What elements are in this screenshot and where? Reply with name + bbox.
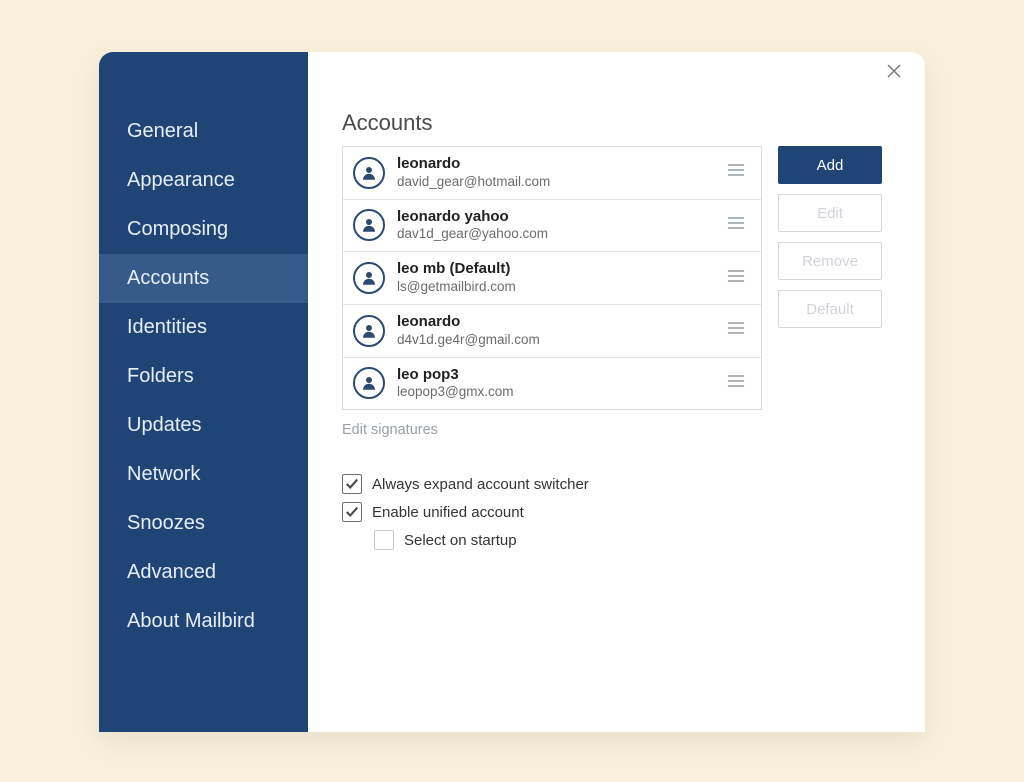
account-row[interactable]: leo mb (Default) ls@getmailbird.com bbox=[343, 252, 761, 305]
check-icon bbox=[345, 477, 359, 491]
drag-icon bbox=[727, 269, 745, 283]
default-button: Default bbox=[778, 290, 882, 328]
checkbox[interactable] bbox=[374, 530, 394, 550]
sidebar-item-general[interactable]: General bbox=[99, 107, 308, 156]
avatar bbox=[353, 209, 385, 241]
edit-button: Edit bbox=[778, 194, 882, 232]
account-row[interactable]: leonardo yahoo dav1d_gear@yahoo.com bbox=[343, 200, 761, 253]
checkbox[interactable] bbox=[342, 474, 362, 494]
option-label: Select on startup bbox=[404, 532, 517, 549]
sidebar-item-updates[interactable]: Updates bbox=[99, 401, 308, 450]
account-row[interactable]: leonardo d4v1d.ge4r@gmail.com bbox=[343, 305, 761, 358]
account-text: leo mb (Default) ls@getmailbird.com bbox=[397, 260, 725, 296]
settings-window: General Appearance Composing Accounts Id… bbox=[99, 52, 925, 732]
drag-icon bbox=[727, 321, 745, 335]
drag-handle[interactable] bbox=[725, 269, 747, 288]
account-text: leonardo david_gear@hotmail.com bbox=[397, 155, 725, 191]
account-text: leo pop3 leopop3@gmx.com bbox=[397, 366, 725, 402]
sidebar-item-about[interactable]: About Mailbird bbox=[99, 597, 308, 646]
option-select-startup[interactable]: Select on startup bbox=[374, 530, 887, 550]
account-name: leonardo yahoo bbox=[397, 208, 725, 227]
avatar bbox=[353, 157, 385, 189]
account-name: leonardo bbox=[397, 313, 725, 332]
account-name: leo mb (Default) bbox=[397, 260, 725, 279]
avatar bbox=[353, 367, 385, 399]
drag-handle[interactable] bbox=[725, 163, 747, 182]
sidebar-item-identities[interactable]: Identities bbox=[99, 303, 308, 352]
account-buttons: Add Edit Remove Default bbox=[778, 146, 882, 410]
accounts-list: leonardo david_gear@hotmail.com leonardo… bbox=[342, 146, 762, 410]
checkbox[interactable] bbox=[342, 502, 362, 522]
avatar bbox=[353, 315, 385, 347]
sidebar-item-network[interactable]: Network bbox=[99, 450, 308, 499]
person-icon bbox=[360, 164, 378, 182]
drag-handle[interactable] bbox=[725, 374, 747, 393]
drag-icon bbox=[727, 163, 745, 177]
account-email: ls@getmailbird.com bbox=[397, 279, 725, 296]
avatar bbox=[353, 262, 385, 294]
close-button[interactable] bbox=[885, 62, 909, 86]
drag-handle[interactable] bbox=[725, 216, 747, 235]
person-icon bbox=[360, 216, 378, 234]
option-label: Enable unified account bbox=[372, 504, 524, 521]
account-email: dav1d_gear@yahoo.com bbox=[397, 226, 725, 243]
account-email: david_gear@hotmail.com bbox=[397, 174, 725, 191]
add-button[interactable]: Add bbox=[778, 146, 882, 184]
sidebar-item-snoozes[interactable]: Snoozes bbox=[99, 499, 308, 548]
sidebar-item-appearance[interactable]: Appearance bbox=[99, 156, 308, 205]
account-text: leonardo yahoo dav1d_gear@yahoo.com bbox=[397, 208, 725, 244]
page-title: Accounts bbox=[342, 110, 887, 136]
content-pane: Accounts leonardo david_gear@hotmail.com bbox=[308, 52, 925, 732]
option-label: Always expand account switcher bbox=[372, 476, 589, 493]
account-name: leonardo bbox=[397, 155, 725, 174]
drag-icon bbox=[727, 216, 745, 230]
account-name: leo pop3 bbox=[397, 366, 725, 385]
edit-signatures-link[interactable]: Edit signatures bbox=[342, 422, 887, 438]
person-icon bbox=[360, 374, 378, 392]
options-section: Always expand account switcher Enable un… bbox=[342, 474, 887, 550]
account-email: leopop3@gmx.com bbox=[397, 384, 725, 401]
account-row[interactable]: leonardo david_gear@hotmail.com bbox=[343, 147, 761, 200]
account-email: d4v1d.ge4r@gmail.com bbox=[397, 332, 725, 349]
drag-icon bbox=[727, 374, 745, 388]
close-icon bbox=[885, 62, 903, 80]
account-row[interactable]: leo pop3 leopop3@gmx.com bbox=[343, 358, 761, 410]
sidebar: General Appearance Composing Accounts Id… bbox=[99, 52, 308, 732]
option-always-expand[interactable]: Always expand account switcher bbox=[342, 474, 887, 494]
person-icon bbox=[360, 269, 378, 287]
person-icon bbox=[360, 322, 378, 340]
drag-handle[interactable] bbox=[725, 321, 747, 340]
check-icon bbox=[345, 505, 359, 519]
remove-button: Remove bbox=[778, 242, 882, 280]
account-text: leonardo d4v1d.ge4r@gmail.com bbox=[397, 313, 725, 349]
sidebar-item-accounts[interactable]: Accounts bbox=[99, 254, 308, 303]
sidebar-item-composing[interactable]: Composing bbox=[99, 205, 308, 254]
option-unified[interactable]: Enable unified account bbox=[342, 502, 887, 522]
sidebar-item-advanced[interactable]: Advanced bbox=[99, 548, 308, 597]
sidebar-item-folders[interactable]: Folders bbox=[99, 352, 308, 401]
